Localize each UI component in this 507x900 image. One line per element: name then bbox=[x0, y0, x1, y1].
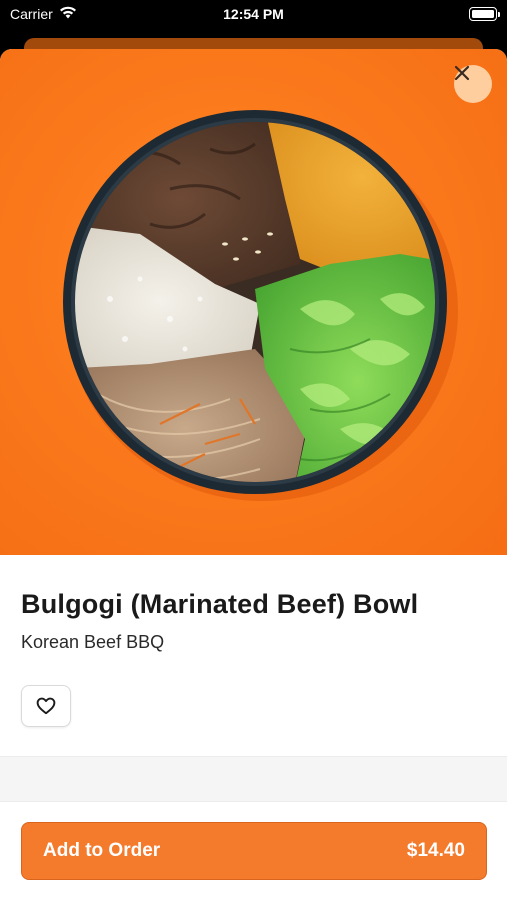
screen: Carrier 12:54 PM Bulgogi (Marinated Beef… bbox=[0, 0, 507, 900]
restaurant-name: Korean Beef BBQ bbox=[21, 632, 165, 652]
add-to-order-label: Add to Order bbox=[43, 840, 161, 861]
item-price: $14.40 bbox=[406, 840, 465, 861]
item-detail-sheet: Bulgogi (Marinated Beef) Bowl Korean Bee… bbox=[0, 49, 507, 900]
section-divider bbox=[0, 756, 507, 802]
add-to-order-button[interactable]: Add to Order $14.40 bbox=[21, 822, 487, 880]
heart-outline-icon bbox=[36, 697, 56, 715]
close-icon bbox=[454, 65, 470, 81]
battery-icon bbox=[469, 7, 500, 21]
close-button[interactable] bbox=[454, 65, 492, 103]
item-photo bbox=[0, 49, 507, 555]
bowl-illustration bbox=[63, 110, 458, 501]
status-time: 12:54 PM bbox=[223, 6, 284, 22]
item-title: Bulgogi (Marinated Beef) Bowl bbox=[21, 589, 419, 619]
status-bar: Carrier 12:54 PM bbox=[0, 0, 507, 30]
favorite-button[interactable] bbox=[21, 685, 71, 727]
